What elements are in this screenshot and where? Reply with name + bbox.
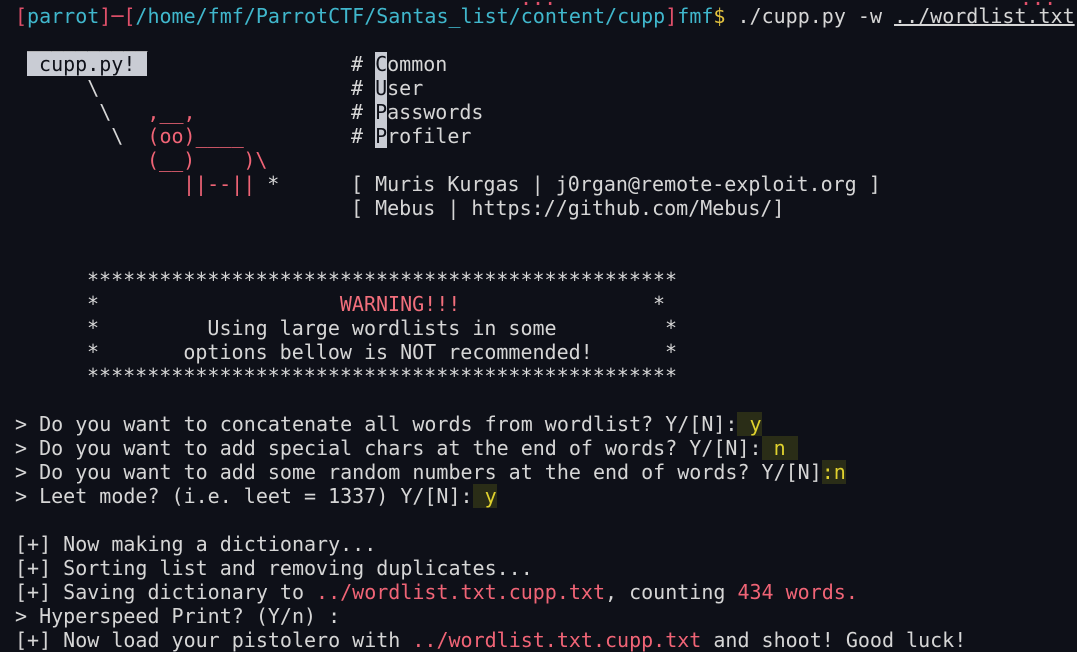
- logo-cow-face: (oo)____: [147, 124, 244, 148]
- prompt-bracket: [: [15, 4, 28, 28]
- terminal-window[interactable]: ... ... [parrot]─[/home/fmf/ParrotCTF/Sa…: [0, 0, 1077, 652]
- answer-input[interactable]: n: [761, 436, 798, 460]
- acronym-initial: P: [375, 124, 388, 148]
- logo-segment: *: [255, 172, 280, 196]
- output-saving: [+] Saving dictionary to ../wordlist.txt…: [15, 580, 858, 604]
- prompt-host: fmf: [677, 4, 714, 28]
- logo-banner-label: cupp.py!: [27, 52, 148, 76]
- output-sorting: [+] Sorting list and removing duplicates…: [15, 556, 533, 580]
- question-text: > Do you want to add special chars at th…: [15, 436, 762, 460]
- acronym-hash: #: [351, 52, 376, 76]
- warning-title-line: * WARNING!!! *: [87, 292, 665, 316]
- logo-line: ||--|| *: [183, 172, 279, 196]
- question-special-chars: > Do you want to add special chars at th…: [15, 436, 798, 460]
- output-file-path: ../wordlist.txt.cupp.txt: [412, 628, 702, 652]
- warning-message-line: * Using large wordlists in some *: [87, 316, 678, 340]
- acronym-word: asswords: [387, 100, 484, 124]
- logo-cow-legs: ||--||: [183, 172, 256, 196]
- acronym-initial: P: [375, 100, 388, 124]
- output-text: and shoot! Good luck!: [701, 628, 967, 652]
- output-text: [+] Now load your pistolero with: [15, 628, 413, 652]
- acronym-line-common: # Common: [351, 52, 447, 76]
- question-text: > Do you want to add some random numbers…: [15, 460, 822, 484]
- answer-input[interactable]: :n: [821, 460, 846, 484]
- prompt-bracket: ]: [665, 4, 678, 28]
- warning-border-top: ****************************************…: [87, 268, 678, 292]
- shell-command: ./cupp.py -w: [725, 4, 895, 28]
- logo-cow-body: (__) )\: [147, 148, 268, 172]
- acronym-initial: U: [375, 76, 388, 100]
- logo-banner-bar: __________: [27, 28, 148, 52]
- question-concatenate: > Do you want to concatenate all words f…: [15, 412, 762, 436]
- answer-input[interactable]: y: [472, 484, 497, 508]
- acronym-line-profiler: # Profiler: [351, 124, 471, 148]
- output-word-count: 434 words.: [737, 580, 858, 604]
- acronym-word: ser: [387, 76, 424, 100]
- output-making: [+] Now making a dictionary...: [15, 532, 377, 556]
- acronym-initial: C: [375, 52, 388, 76]
- command-argument-path[interactable]: ../wordlist.txt: [894, 4, 1075, 28]
- acronym-hash: #: [351, 124, 376, 148]
- prompt-user: parrot: [27, 4, 100, 28]
- prompt-separator: ]─[: [99, 4, 136, 28]
- question-text: > Leet mode? (i.e. leet = 1337) Y/[N]:: [15, 484, 473, 508]
- output-text: [+] Saving dictionary to: [15, 580, 317, 604]
- output-hyperspeed-prompt: > Hyperspeed Print? (Y/n) :: [15, 604, 341, 628]
- prompt-path: /home/fmf/ParrotCTF/Santas_list/content/…: [135, 4, 666, 28]
- acronym-line-user: # User: [351, 76, 423, 100]
- logo-line: \ (oo)____: [27, 124, 244, 148]
- warning-border-bottom: ****************************************…: [87, 364, 678, 388]
- output-file-path: ../wordlist.txt.cupp.txt: [316, 580, 606, 604]
- acronym-line-passwords: # Passwords: [351, 100, 483, 124]
- logo-line: \ ,__,: [27, 100, 196, 124]
- question-text: > Do you want to concatenate all words f…: [15, 412, 738, 436]
- warning-message-line: * options bellow is NOT recommended! *: [87, 340, 678, 364]
- answer-input[interactable]: y: [737, 412, 762, 436]
- prompt-dollar: $: [713, 4, 726, 28]
- acronym-word: rofiler: [387, 124, 472, 148]
- question-leet-mode: > Leet mode? (i.e. leet = 1337) Y/[N]: y: [15, 484, 497, 508]
- logo-segment: \: [27, 124, 148, 148]
- output-text: , counting: [605, 580, 738, 604]
- output-load: [+] Now load your pistolero with ../word…: [15, 628, 966, 652]
- acronym-hash: #: [351, 100, 376, 124]
- credit-author: [ Muris Kurgas | j0rgan@remote-exploit.o…: [351, 172, 881, 196]
- acronym-hash: #: [351, 76, 376, 100]
- credit-maintainer: [ Mebus | https://github.com/Mebus/]: [351, 196, 785, 220]
- shell-prompt-line: [parrot]─[/home/fmf/ParrotCTF/Santas_lis…: [15, 4, 1075, 28]
- question-random-numbers: > Do you want to add some random numbers…: [15, 460, 846, 484]
- logo-segment: \: [27, 100, 148, 124]
- warning-pad: *: [460, 292, 665, 316]
- logo-cow-horns: ,__,: [147, 100, 196, 124]
- logo-banner-label-line: cupp.py!: [27, 52, 148, 76]
- acronym-word: ommon: [387, 52, 448, 76]
- warning-pad: *: [87, 292, 340, 316]
- logo-line: \: [27, 76, 100, 100]
- warning-title: WARNING!!!: [339, 292, 461, 316]
